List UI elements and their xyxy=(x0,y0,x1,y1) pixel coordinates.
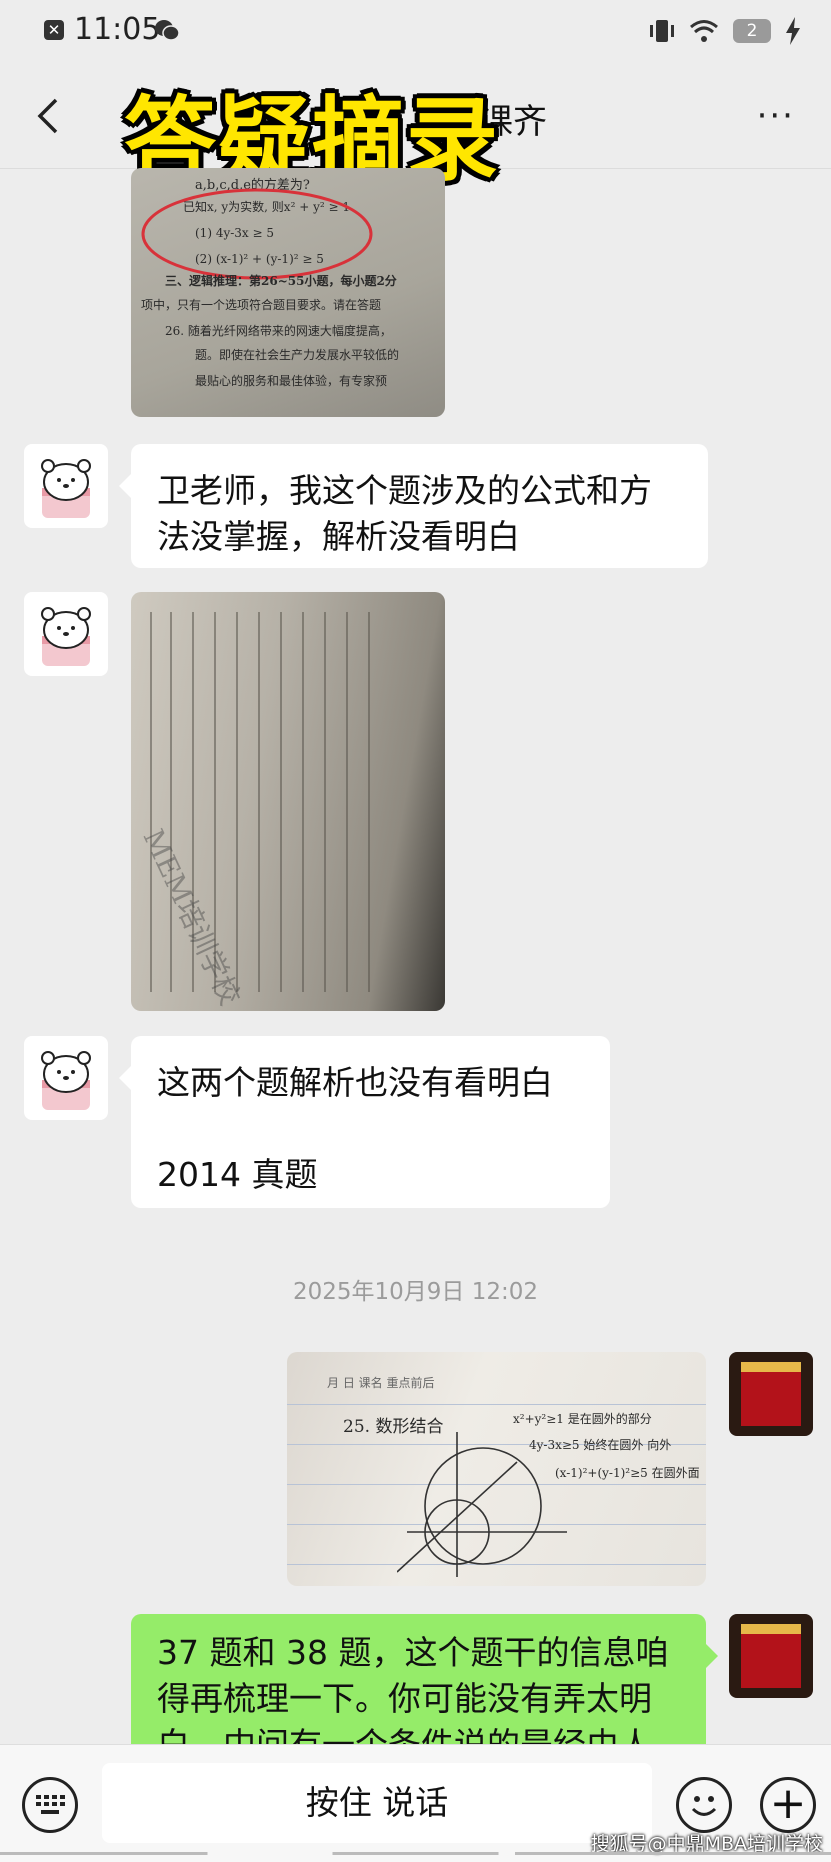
message-text: 得再梳理一下。你可能没有弄太明 xyxy=(157,1679,652,1718)
bear-avatar-icon xyxy=(41,607,91,666)
student-message-bubble[interactable]: 卫老师，我这个题涉及的公式和方 法没掌握，解析没看明白 xyxy=(119,444,708,568)
textbook-photo-message[interactable]: MEM培训学校 xyxy=(131,592,445,1011)
teacher-logo-icon xyxy=(735,1358,807,1430)
battery-indicator: 2 xyxy=(733,19,771,43)
status-bar: ✕ 11:05 2 xyxy=(0,0,831,64)
keyboard-icon[interactable] xyxy=(22,1777,78,1833)
gesture-bar xyxy=(0,1852,831,1855)
student-message-bubble[interactable]: 这两个题解析也没有看明白 2014 真题 xyxy=(119,1036,610,1208)
smiley-glyph-icon xyxy=(691,1796,717,1816)
wechat-notification-icon xyxy=(155,20,180,41)
student-avatar[interactable] xyxy=(24,444,108,528)
handwritten-note-photo-message[interactable]: 月 日 课名 重点前后 25. 数形结合 x²+y²≥1 是在圆外的部分 4y-… xyxy=(287,1352,706,1586)
photo-text: 最贴心的服务和最佳体验，有专家预 xyxy=(195,374,388,388)
status-icons: 2 xyxy=(649,16,801,46)
message-text: 37 题和 38 题，这个题干的信息咱 xyxy=(157,1633,669,1672)
photo-text: 26. 随着光纤网络带来的网速大幅度提高， xyxy=(165,324,392,338)
charging-bolt-icon xyxy=(786,17,800,45)
message-text: 这两个题解析也没有看明白 xyxy=(157,1063,553,1102)
bear-avatar-icon xyxy=(41,1051,91,1110)
chat-input-bar: 按住 说话 + 搜狐号@中鼎MBA培训学校 xyxy=(0,1744,831,1862)
note-header: 月 日 课名 重点前后 xyxy=(327,1376,435,1390)
back-arrow-icon[interactable] xyxy=(30,96,70,136)
emoji-icon[interactable] xyxy=(676,1777,732,1833)
status-time: 11:05 xyxy=(74,12,161,47)
message-text: 2014 真题 xyxy=(157,1155,318,1194)
note-graph-sketch xyxy=(397,1432,567,1577)
teacher-avatar[interactable] xyxy=(729,1352,813,1436)
hold-to-talk-button[interactable]: 按住 说话 xyxy=(102,1763,652,1843)
exam-photo-message[interactable]: a,b,c,d,e的方差为? 已知x, y为实数, 则x² + y² ≥ 1 (… xyxy=(131,168,445,417)
teacher-avatar[interactable] xyxy=(729,1614,813,1698)
photo-text: 项中，只有一个选项符合题目要求。请在答题 xyxy=(141,298,382,312)
message-text: 法没掌握，解析没看明白 xyxy=(157,517,520,556)
chat-timestamp: 2025年10月9日 12:02 xyxy=(292,1279,539,1305)
wifi-icon xyxy=(690,20,718,42)
message-text: 卫老师，我这个题涉及的公式和方 xyxy=(157,471,652,510)
photo-text: 题。即使在社会生产力发展水平较低的 xyxy=(195,348,400,362)
student-avatar[interactable] xyxy=(24,1036,108,1120)
teacher-logo-icon xyxy=(735,1620,807,1692)
keyboard-glyph-icon xyxy=(36,1795,65,1814)
notification-close-icon: ✕ xyxy=(44,20,64,40)
vibrate-icon xyxy=(650,20,674,42)
bear-avatar-icon xyxy=(41,459,91,518)
red-circle-mark xyxy=(141,188,373,280)
plus-icon[interactable]: + xyxy=(760,1777,816,1833)
student-avatar[interactable] xyxy=(24,592,108,676)
textbook-lines xyxy=(150,612,370,992)
photo-text: 三、逻辑推理：第26~55小题，每小题2分 xyxy=(165,274,397,288)
more-options-button[interactable]: ··· xyxy=(757,96,795,136)
